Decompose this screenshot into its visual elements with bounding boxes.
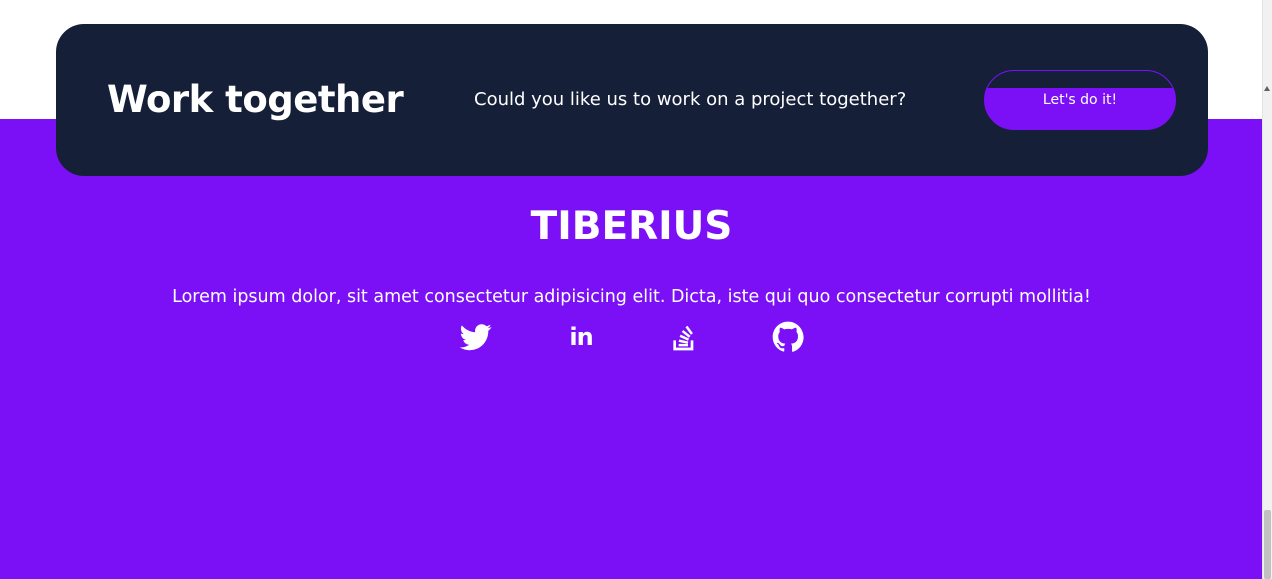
twitter-icon: [460, 324, 492, 351]
footer-description: Lorem ipsum dolor, sit amet consectetur …: [172, 287, 1091, 307]
footer-brand-title: TIBERIUS: [530, 204, 733, 249]
github-icon: [772, 321, 804, 352]
github-link[interactable]: [772, 321, 804, 353]
scroll-up-arrow-icon[interactable]: [1264, 86, 1270, 91]
stack-overflow-icon: [673, 325, 694, 351]
lets-do-it-button[interactable]: Let's do it!: [984, 70, 1176, 130]
scrollbar-thumb[interactable]: [1264, 510, 1271, 579]
twitter-link[interactable]: [460, 321, 492, 353]
vertical-scrollbar[interactable]: [1262, 0, 1272, 579]
linkedin-icon: in: [569, 323, 593, 351]
work-together-card: Work together Could you like us to work …: [56, 24, 1208, 176]
cta-question: Could you like us to work on a project t…: [474, 89, 907, 110]
footer-background: [0, 119, 1263, 579]
linkedin-link[interactable]: in: [565, 321, 597, 353]
stack-overflow-link[interactable]: [668, 321, 700, 353]
cta-title: Work together: [107, 78, 404, 121]
